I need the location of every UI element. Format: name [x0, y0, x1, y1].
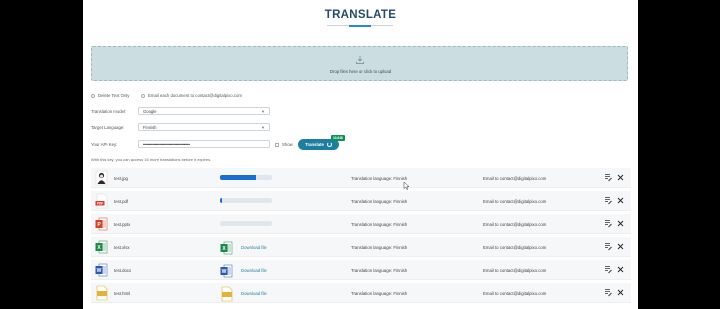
mouse-cursor-icon: [403, 181, 410, 190]
progress-bar: [220, 221, 272, 226]
close-icon[interactable]: [617, 243, 624, 250]
edit-document-icon[interactable]: [604, 173, 612, 182]
file-name: test.jpg: [114, 176, 128, 181]
svg-text:W: W: [222, 269, 227, 275]
page-title: TRANSLATE: [324, 9, 397, 21]
close-icon[interactable]: [617, 266, 624, 273]
xlsx-file-icon: X: [220, 240, 233, 255]
edit-document-icon[interactable]: [604, 196, 612, 205]
close-icon[interactable]: [617, 289, 624, 296]
email-each-label: Email each document to contact@digitalpi…: [148, 93, 242, 98]
email-recipient: Email to contact@digitalpixo.com: [483, 291, 547, 296]
xlsx-file-icon: X: [95, 239, 108, 255]
api-key-input[interactable]: ••••••••••••••••••••••••••••••••••••••••: [138, 140, 270, 148]
show-label: Show: [282, 142, 293, 147]
translate-panel: TRANSLATE Drop files here or click to up…: [83, 0, 638, 309]
file-name: test.html: [114, 291, 131, 296]
email-recipient: Email to contact@digitalpixo.com: [483, 222, 547, 227]
translation-language: Translation language: Finnish: [351, 222, 408, 227]
api-key-label: Your API Key:: [91, 142, 118, 147]
download-link[interactable]: Download file: [241, 291, 267, 296]
html-file-icon: [95, 285, 108, 301]
translate-label: Translate: [305, 142, 324, 147]
delete-text-only-option[interactable]: Delete Text Only: [91, 93, 129, 98]
chevron-down-icon: ▼: [261, 109, 265, 114]
radio-icon[interactable]: [91, 93, 95, 98]
close-icon[interactable]: [617, 197, 624, 204]
edit-document-icon[interactable]: [604, 219, 612, 228]
translation-language: Translation language: Finnish: [351, 291, 408, 296]
progress-bar: [220, 175, 272, 180]
language-select[interactable]: Finnish ▼: [138, 123, 270, 131]
checkbox-icon[interactable]: [275, 142, 279, 147]
model-value: Google: [143, 109, 157, 114]
close-icon[interactable]: [617, 220, 624, 227]
email-each-option[interactable]: Email each document to contact@digitalpi…: [141, 93, 242, 98]
progress-fill: [220, 198, 222, 203]
file-dropzone[interactable]: Drop files here or click to upload: [91, 46, 628, 81]
upload-icon: [356, 56, 364, 64]
api-key-note: With this key, you can access 16 more tr…: [91, 157, 212, 162]
title-divider-accent: [349, 24, 371, 27]
model-label: Translation model:: [91, 109, 127, 114]
credit-badge: 10.64$: [331, 135, 345, 141]
file-name: test.pdf: [114, 199, 129, 204]
show-key-toggle[interactable]: Show: [275, 142, 293, 147]
docx-file-icon: W: [220, 263, 233, 278]
file-row: Ptest.pptx Translation language: Finnish E…: [91, 214, 631, 234]
chevron-down-icon: ▼: [261, 125, 265, 130]
model-select[interactable]: Google ▼: [138, 107, 270, 115]
progress-fill: [220, 175, 257, 180]
file-row: Xtest.xlsx X Download file Translation lang…: [91, 237, 631, 257]
download-link[interactable]: Download file: [241, 245, 267, 250]
close-icon[interactable]: [617, 174, 624, 181]
svg-text:W: W: [97, 268, 102, 274]
email-recipient: Email to contact@digitalpixo.com: [483, 199, 547, 204]
edit-document-icon[interactable]: [604, 265, 612, 274]
docx-file-icon: W: [95, 262, 108, 278]
jpg-file-icon: [95, 170, 108, 186]
pdf-file-icon: PDF: [95, 193, 108, 209]
download-link[interactable]: Download file: [241, 268, 267, 273]
translation-language: Translation language: Finnish: [351, 245, 408, 250]
translation-language: Translation language: Finnish: [351, 199, 408, 204]
file-row: test.jpg Translation language: Finnish Ema…: [91, 168, 631, 188]
translation-language: Translation language: Finnish: [351, 176, 408, 181]
email-recipient: Email to contact@digitalpixo.com: [483, 268, 547, 273]
progress-bar: [220, 198, 272, 203]
file-name: test.docx: [114, 268, 132, 273]
file-name: test.xlsx: [114, 245, 130, 250]
pptx-file-icon: P: [95, 216, 108, 232]
edit-document-icon[interactable]: [604, 242, 612, 251]
dropzone-text: Drop files here or click to upload: [329, 69, 392, 74]
delete-text-only-label: Delete Text Only: [98, 93, 130, 98]
file-row: Wtest.docx W Download file Translation lang…: [91, 260, 631, 280]
radio-icon[interactable]: [141, 93, 145, 98]
email-recipient: Email to contact@digitalpixo.com: [483, 245, 547, 250]
language-label: Target Language:: [91, 125, 125, 130]
file-row: test.html Download file Translation langua…: [91, 283, 631, 303]
svg-text:PDF: PDF: [97, 202, 103, 206]
edit-document-icon[interactable]: [604, 288, 612, 297]
translation-language: Translation language: Finnish: [351, 268, 408, 273]
email-recipient: Email to contact@digitalpixo.com: [483, 176, 547, 181]
html-file-icon: [220, 286, 233, 302]
spinner-icon: [326, 142, 332, 147]
file-name: test.pptx: [114, 222, 131, 227]
file-row: PDF test.pdf Translation language: Finnish…: [91, 191, 631, 211]
language-value: Finnish: [143, 125, 157, 130]
